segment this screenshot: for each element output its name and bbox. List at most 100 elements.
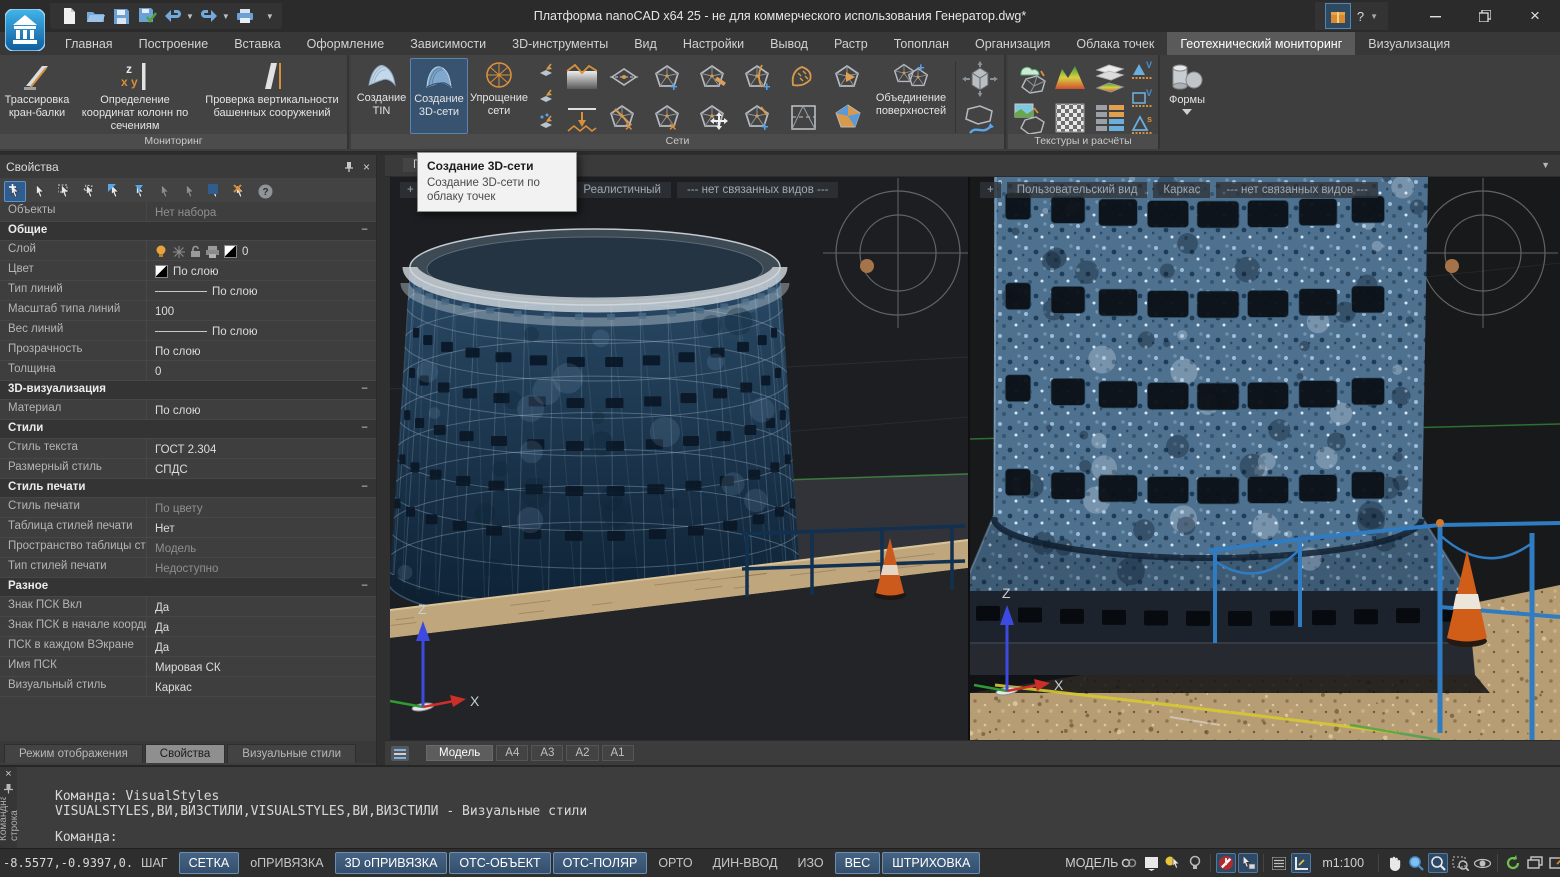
property-row[interactable]: Вес линийПо слою [0, 321, 376, 341]
property-value[interactable]: Недоступно [147, 558, 376, 577]
property-value[interactable]: Модель [147, 538, 376, 557]
volume-v-icon[interactable]: V [1130, 59, 1156, 85]
selection-filter-icon[interactable] [129, 181, 151, 202]
ribbon-button-simplify-mesh[interactable]: Упрощение сети [470, 58, 528, 134]
refresh-icon[interactable] [1503, 853, 1523, 873]
properties-section-header[interactable]: Разное− [0, 578, 376, 597]
redo-icon[interactable] [198, 5, 220, 27]
property-row[interactable]: ПСК в каждом ВЭкранеДа [0, 637, 376, 657]
panel-tab-Свойства[interactable]: Свойства [145, 744, 226, 763]
property-row[interactable]: Стиль печатиПо цвету [0, 498, 376, 518]
ribbon-tab[interactable]: Визуализация [1355, 32, 1463, 55]
panel-tab-Визуальные стили[interactable]: Визуальные стили [227, 744, 356, 763]
help-icon[interactable]: ? [254, 181, 276, 202]
lamp-icon[interactable] [1185, 853, 1205, 873]
layout-tab-А1[interactable]: А1 [602, 745, 634, 761]
volume-v2-icon[interactable]: V [1130, 87, 1156, 113]
surface-from-cloud-icon[interactable] [537, 60, 557, 80]
snap-disabled-icon[interactable] [1216, 853, 1236, 873]
viewport-view-chip[interactable]: --- нет связанных видов --- [677, 182, 838, 198]
ribbon-tab[interactable]: Оформление [294, 32, 398, 55]
open-file-icon[interactable] [84, 5, 106, 27]
property-value[interactable]: Нет набора [147, 202, 376, 221]
property-value[interactable]: Нет [147, 518, 376, 537]
property-value[interactable]: 0 [147, 241, 376, 260]
ribbon-button-merge-surfaces[interactable]: + Объединение поверхностей [870, 58, 952, 134]
ribbon-tab[interactable]: Организация [962, 32, 1063, 55]
status-toggle-ДИН-ВВОД[interactable]: ДИН-ВВОД [704, 853, 787, 873]
ribbon-tab[interactable]: Облака точек [1063, 32, 1167, 55]
mesh-play-icon[interactable] [834, 63, 864, 93]
property-row[interactable]: Толщина0 [0, 361, 376, 381]
viewport-view-chip[interactable]: --- нет связанных видов --- [1216, 182, 1377, 198]
property-value[interactable]: Каркас [147, 677, 376, 696]
select-group-icon[interactable] [154, 181, 176, 202]
property-value[interactable]: 100 [147, 301, 376, 320]
calc-table-icon[interactable] [1093, 101, 1127, 135]
minimize-button[interactable] [1410, 0, 1460, 32]
undo-dropdown-icon[interactable]: ▼ [186, 12, 194, 21]
property-value[interactable]: По слою [147, 281, 376, 300]
layered-surfaces-icon[interactable] [1093, 61, 1127, 95]
ribbon-button-column-coordinates[interactable]: z x y Определение координат колонн по се… [74, 58, 196, 134]
close-panel-icon[interactable]: × [363, 160, 370, 174]
cube-transform-icon[interactable] [962, 61, 998, 97]
status-toggle-оПРИВЯЗКА[interactable]: оПРИВЯЗКА [241, 853, 332, 873]
ucs-icon[interactable] [1291, 853, 1311, 873]
mesh-diamond-axis-icon[interactable] [609, 63, 639, 93]
ribbon-button-create-tin[interactable]: Создание TIN [355, 58, 408, 134]
promo-gift-icon[interactable] [1325, 3, 1351, 29]
layout-tab-А4[interactable]: А4 [496, 745, 528, 761]
orbit-icon[interactable] [1472, 853, 1492, 873]
mesh-move-icon[interactable] [699, 103, 729, 133]
new-file-icon[interactable] [58, 5, 80, 27]
cloud-to-mesh-icon[interactable] [1013, 61, 1047, 95]
select-apply-icon[interactable] [179, 181, 201, 202]
color-relief-icon[interactable] [1053, 61, 1087, 95]
property-value[interactable]: По цвету [147, 498, 376, 517]
status-toggle-ШАГ[interactable]: ШАГ [132, 853, 177, 873]
viewport-lock-icon[interactable] [1119, 853, 1139, 873]
properties-section-header[interactable]: Общие− [0, 222, 376, 241]
property-row[interactable]: Слой0 [0, 241, 376, 261]
lamp-cursor-icon[interactable] [1163, 853, 1183, 873]
property-row[interactable]: Знак ПСК в начале коорди...Да [0, 617, 376, 637]
ribbon-tab[interactable]: Вид [621, 32, 670, 55]
model-space-label[interactable]: МОДЕЛЬ [1065, 856, 1118, 870]
ribbon-tab[interactable]: Главная [52, 32, 126, 55]
mesh-colored-icon[interactable] [834, 103, 864, 133]
property-value[interactable]: СПДС [147, 459, 376, 478]
property-value[interactable]: 0 [147, 361, 376, 380]
close-button[interactable]: × [1510, 0, 1560, 32]
viewport-view-chip[interactable]: Пользовательский вид [1007, 182, 1148, 198]
status-toggle-ОТС-ПОЛЯР[interactable]: ОТС-ПОЛЯР [553, 852, 648, 874]
property-value[interactable]: Да [147, 597, 376, 616]
property-row[interactable]: Размерный стильСПДС [0, 459, 376, 479]
layout-tab-А2[interactable]: А2 [566, 745, 598, 761]
property-value[interactable]: Да [147, 637, 376, 656]
select-polygon-icon[interactable] [79, 181, 101, 202]
zoom-window-icon[interactable] [1450, 853, 1470, 873]
property-value[interactable]: Да [147, 617, 376, 636]
export-window-icon[interactable] [1547, 853, 1560, 873]
drape-down-icon[interactable] [565, 101, 599, 135]
doc-tabs-dropdown-icon[interactable]: ▼ [1541, 160, 1550, 170]
help-button[interactable]: ? [1357, 9, 1364, 24]
ribbon-tab[interactable]: Растр [821, 32, 881, 55]
app-logo-icon[interactable] [5, 9, 45, 51]
mesh-append-icon[interactable]: + [744, 103, 774, 133]
close-command-panel-icon[interactable]: × [5, 768, 11, 780]
terrain-profile-icon[interactable] [565, 61, 599, 95]
property-row[interactable]: МатериалПо слою [0, 400, 376, 420]
ribbon-button-shapes[interactable]: Формы [1164, 58, 1210, 150]
mesh-curve-add-icon[interactable]: + [744, 63, 774, 93]
property-row[interactable]: Визуальный стильКаркас [0, 677, 376, 697]
status-toggle-ОТС-ОБЪЕКТ[interactable]: ОТС-ОБЪЕКТ [449, 852, 550, 874]
property-row[interactable]: Таблица стилей печатиНет [0, 518, 376, 538]
viewport-3d-left[interactable]: +Пользовательский видРеалистичный--- нет… [390, 177, 968, 740]
status-toggle-ШТРИХОВКА[interactable]: ШТРИХОВКА [882, 852, 980, 874]
mesh-edit-icon[interactable] [699, 63, 729, 93]
deselect-all-icon[interactable] [229, 181, 251, 202]
status-toggle-СЕТКА[interactable]: СЕТКА [179, 852, 240, 874]
pin-icon[interactable] [4, 784, 13, 794]
